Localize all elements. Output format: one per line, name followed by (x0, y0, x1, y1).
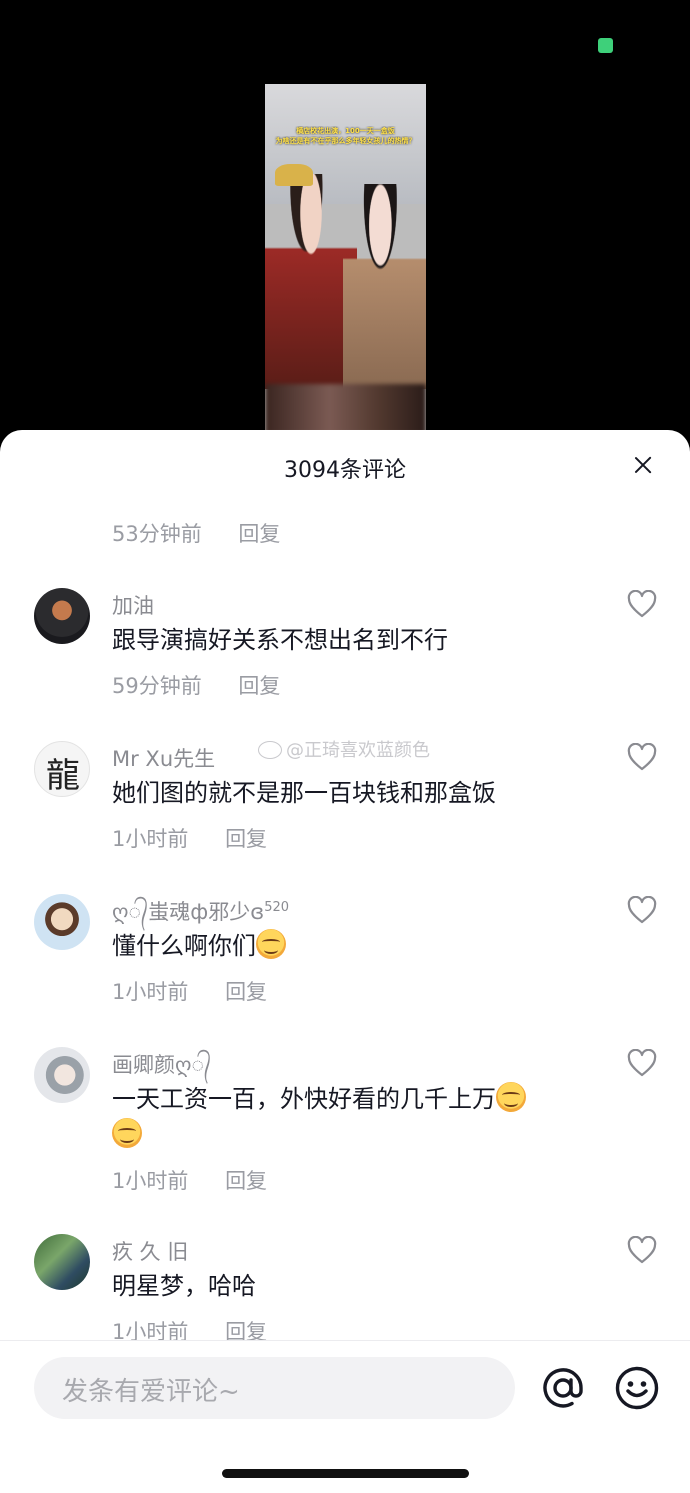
avatar[interactable]: 龍 (34, 741, 90, 797)
video-figure-right (343, 184, 426, 389)
avatar[interactable] (34, 1234, 90, 1290)
comment-text: 她们图的就不是那一百块钱和那盒饭 (112, 779, 496, 807)
avatar[interactable] (34, 588, 90, 644)
avatar-glyph: 龍 (46, 756, 80, 796)
heart-icon[interactable] (627, 589, 657, 618)
sheet-header: 3094条评论 (0, 430, 690, 500)
comment-time: 1小时前 (112, 827, 189, 851)
video-caption: 横店校花出演，100一天一盒饭 为啥还是有不在乎那么多年轻女孩儿的热情？ (265, 126, 426, 146)
comment-meta: 1小时前 回复 (112, 1165, 267, 1195)
heart-icon[interactable] (627, 1048, 657, 1077)
comment-time: 1小时前 (112, 980, 189, 1004)
comment-input-bar: 发条有爱评论~ (0, 1340, 690, 1493)
comment-meta: 59分钟前 回复 (112, 670, 280, 700)
video-caption-line2: 为啥还是有不在乎那么多年轻女孩儿的热情？ (275, 137, 416, 145)
comment-text: 一天工资一百，外快好看的几千上万 (112, 1081, 582, 1153)
comment-username[interactable]: 加油 (112, 590, 154, 620)
reply-button[interactable]: 回复 (238, 518, 280, 548)
comment-meta: 53分钟前 回复 (112, 518, 280, 548)
comment-username-text: ღ᭄蚩魂ф邪少ɞ (112, 900, 265, 924)
heart-icon[interactable] (627, 1235, 657, 1264)
at-icon[interactable] (540, 1365, 586, 1411)
heart-icon[interactable] (627, 742, 657, 771)
reply-button[interactable]: 回复 (225, 1165, 267, 1195)
comment-meta: 1小时前 回复 (112, 976, 267, 1006)
comment-username[interactable]: Mr Xu先生 (112, 743, 215, 773)
comment-meta: 1小时前 回复 (112, 823, 267, 853)
video-caption-line1: 横店校花出演，100一天一盒饭 (296, 127, 395, 135)
comments-sheet: 3094条评论 53分钟前 回复 加油 跟导演搞好关系不想出名到不行 59分钟前… (0, 430, 690, 1493)
reply-button[interactable]: 回复 (238, 670, 280, 700)
comment-input[interactable]: 发条有爱评论~ (34, 1357, 515, 1419)
comment-username[interactable]: 疚 久 旧 (112, 1236, 188, 1266)
video-headdress (275, 164, 313, 186)
watermark-text: @正琦喜欢蓝颜色 (286, 740, 430, 761)
reply-button[interactable]: 回复 (225, 976, 267, 1006)
heart-icon[interactable] (627, 895, 657, 924)
video-player[interactable]: 横店校花出演，100一天一盒饭 为啥还是有不在乎那么多年轻女孩儿的热情？ (0, 0, 690, 440)
reply-button[interactable]: 回复 (225, 823, 267, 853)
comment-time: 59分钟前 (112, 674, 202, 698)
comment-text-content: 一天工资一百，外快好看的几千上万 (112, 1085, 496, 1113)
username-superscript: 520 (264, 900, 290, 915)
comment-text-content: 懂什么啊你们 (112, 932, 256, 960)
home-indicator[interactable] (222, 1469, 469, 1478)
comment-text: 懂什么啊你们 (112, 928, 582, 964)
emoji-icon[interactable] (614, 1365, 660, 1411)
comment-time: 1小时前 (112, 1169, 189, 1193)
smile-emoji-icon (256, 929, 286, 959)
smile-emoji-icon (112, 1118, 142, 1148)
comment-time: 53分钟前 (112, 522, 202, 546)
status-indicator-icon (598, 38, 613, 53)
smile-emoji-icon (496, 1082, 526, 1112)
avatar[interactable] (34, 894, 90, 950)
comments-count-title: 3094条评论 (284, 458, 406, 483)
video-bottom-strip (265, 384, 426, 434)
video-thumbnail[interactable]: 横店校花出演，100一天一盒饭 为啥还是有不在乎那么多年轻女孩儿的热情？ (265, 84, 426, 434)
close-icon[interactable] (628, 450, 658, 480)
weibo-logo-icon (258, 741, 282, 759)
watermark: @正琦喜欢蓝颜色 (258, 736, 430, 762)
comment-text: 跟导演搞好关系不想出名到不行 (112, 626, 448, 654)
avatar[interactable] (34, 1047, 90, 1103)
comment-input-placeholder: 发条有爱评论~ (62, 1377, 240, 1407)
comment-text: 明星梦，哈哈 (112, 1272, 256, 1300)
